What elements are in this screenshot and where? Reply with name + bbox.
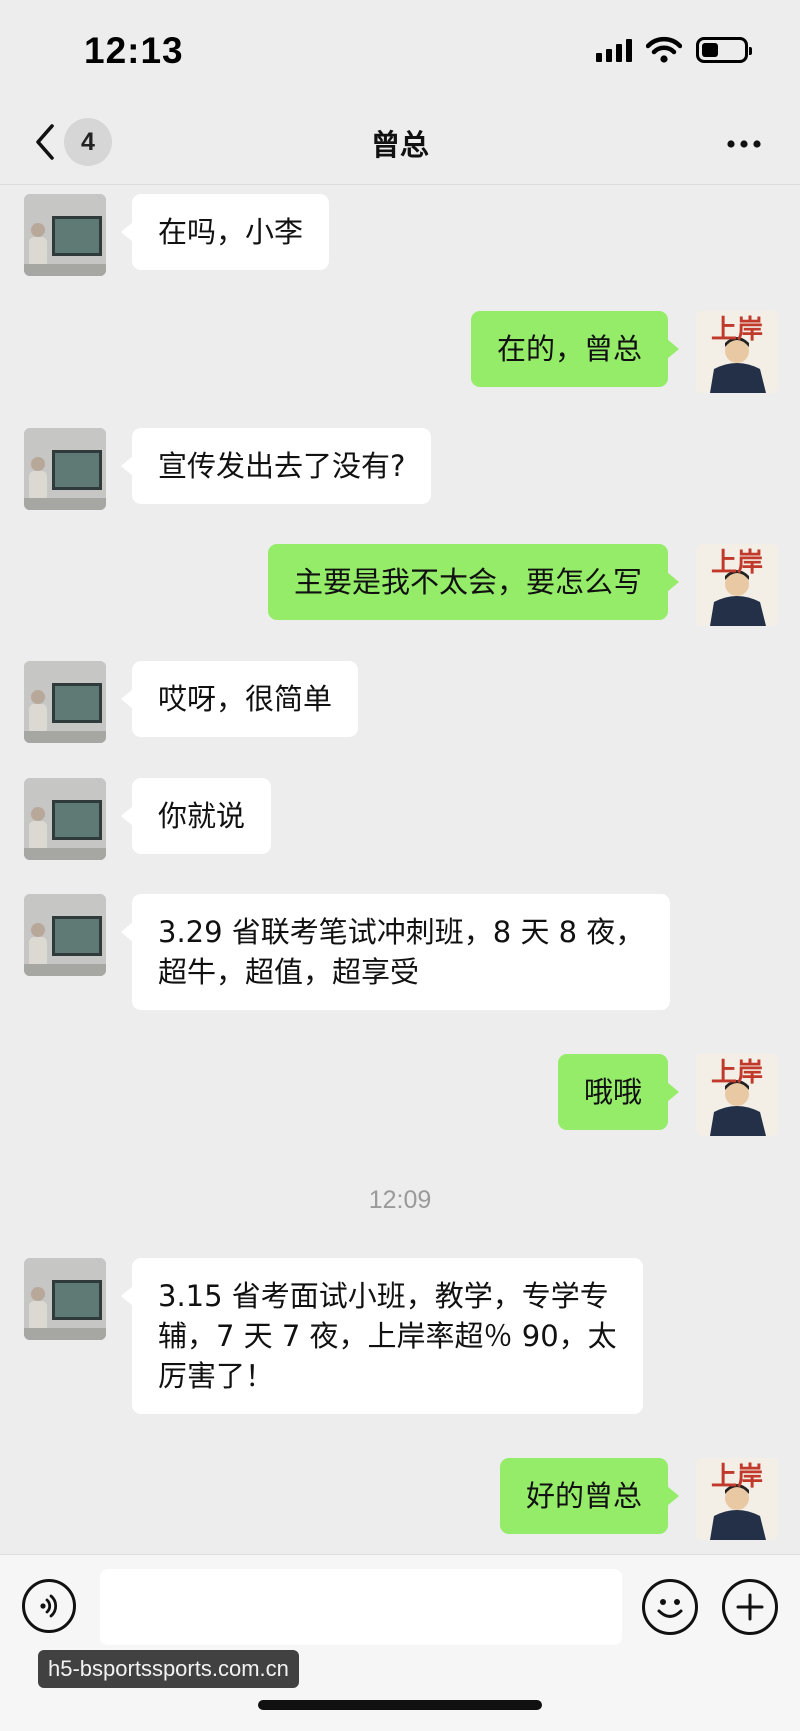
status-bar: 12:13 [0,0,800,100]
wifi-icon [646,36,682,63]
svg-text:上岸: 上岸 [711,315,763,345]
contact-avatar-image [24,778,106,860]
contact-avatar-image [24,894,106,976]
message-input[interactable] [100,1569,622,1645]
more-functions-button[interactable] [722,1579,778,1635]
contact-avatar[interactable] [24,661,106,743]
emoji-button[interactable] [642,1579,698,1635]
self-avatar[interactable]: 上岸 [696,311,778,393]
chat-message-list[interactable]: 在吗，小李 在的，曾总 上岸 宣传发出去了没有? 主要是我不太会，要怎么写 上岸… [0,186,800,1554]
sticker-avatar-image: 上岸 [696,1054,778,1136]
chat-title: 曾总 [370,128,429,162]
contact-avatar-image [24,661,106,743]
timestamp-divider: 12:09 [368,1186,432,1214]
message-bubble-incoming[interactable]: 哎呀，很简单 [120,661,359,737]
message-bubble-outgoing[interactable]: 主要是我不太会，要怎么写 [267,544,680,620]
more-button[interactable] [724,124,764,168]
voice-icon [40,1594,58,1618]
sticker-avatar-image: 上岸 [696,544,778,626]
message-bubble-incoming[interactable]: 你就说 [120,778,272,854]
message-bubble-outgoing[interactable]: 在的，曾总 [470,311,680,387]
contact-avatar[interactable] [24,778,106,860]
plus-icon [736,1593,764,1621]
self-avatar[interactable]: 上岸 [696,1054,778,1136]
contact-avatar-image [24,194,106,276]
message-bubble-outgoing[interactable]: 哦哦 [557,1054,680,1130]
status-time: 12:13 [84,30,184,71]
svg-text:上岸: 上岸 [711,1058,763,1088]
contact-avatar[interactable] [24,894,106,976]
cellular-signal-icon [596,38,632,62]
more-dots-icon [727,140,761,148]
message-bubble-incoming[interactable]: 3.15 省考面试小班，教学，专学专 辅，7 天 7 夜，上岸率超％ 90，太 … [121,1258,643,1414]
sticker-avatar-image: 上岸 [696,311,778,393]
message-bubble-incoming[interactable]: 3.29 省联考笔试冲刺班，8 天 8 夜， 超牛，超值，超享受 [120,894,671,1010]
contact-avatar-image [24,1258,106,1340]
watermark-label: h5-bsportssports.com.cn [38,1650,299,1688]
sticker-avatar-image: 上岸 [696,1458,778,1540]
home-indicator[interactable] [258,1700,542,1710]
message-bubble-incoming[interactable]: 在吗，小李 [120,194,330,270]
chat-header: 4 曾总 [0,100,800,185]
message-bubble-incoming[interactable]: 宣传发出去了没有? [120,428,432,504]
svg-text:上岸: 上岸 [711,548,763,578]
self-avatar[interactable]: 上岸 [696,1458,778,1540]
contact-avatar[interactable] [24,194,106,276]
svg-text:上岸: 上岸 [711,1462,763,1492]
emoji-icon [657,1599,683,1618]
self-avatar[interactable]: 上岸 [696,544,778,626]
contact-avatar[interactable] [24,428,106,510]
battery-icon [696,37,752,63]
contact-avatar[interactable] [24,1258,106,1340]
message-bubble-outgoing[interactable]: 好的曾总 [499,1458,680,1534]
voice-button[interactable] [22,1579,76,1633]
status-icons [596,36,752,64]
contact-avatar-image [24,428,106,510]
